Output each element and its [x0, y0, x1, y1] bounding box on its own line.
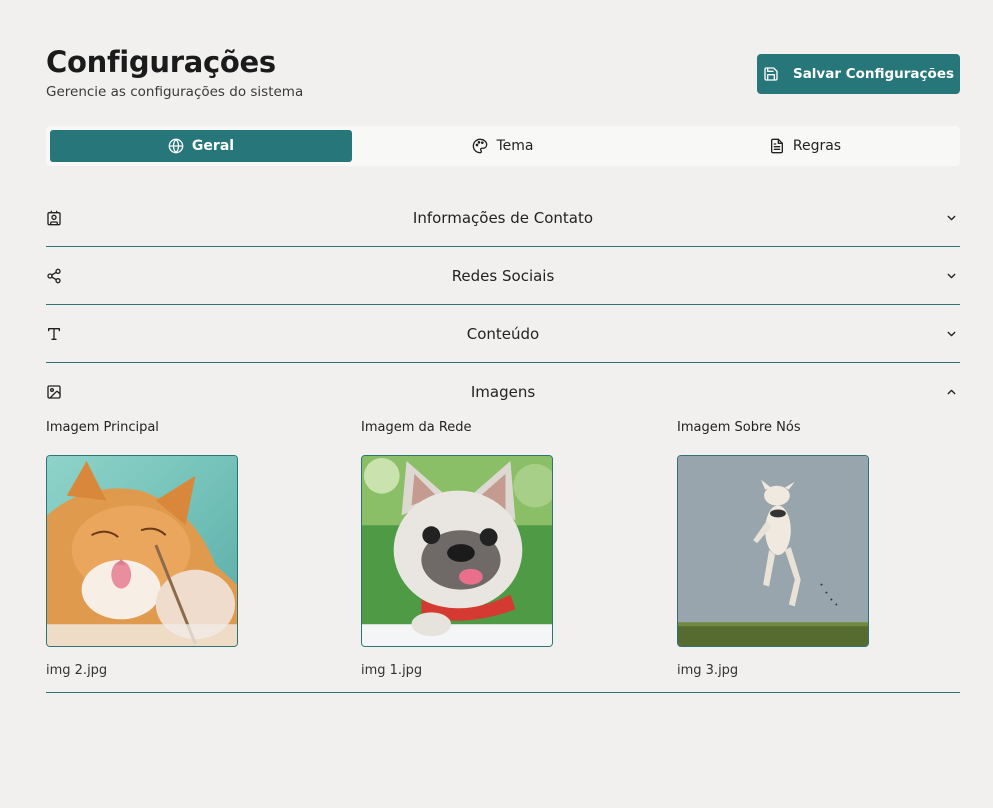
tab-label: Geral: [191, 138, 235, 154]
settings-tabs: Geral Tema Regras: [46, 126, 960, 166]
image-label: Imagem da Rede: [361, 420, 472, 435]
tab-label: Tema: [496, 138, 534, 154]
section-title: Imagens: [470, 382, 536, 401]
document-icon: [770, 138, 783, 154]
tab-tema[interactable]: Tema: [352, 130, 654, 162]
chevron-down-icon: [947, 215, 956, 220]
palette-icon: [473, 138, 488, 154]
share-icon: [47, 268, 61, 283]
chevron-up-icon: [947, 389, 956, 394]
save-icon: [764, 67, 778, 81]
save-settings-button[interactable]: Salvar Configurações: [757, 54, 960, 94]
section-content: Conteúdo: [46, 305, 960, 363]
section-social: Redes Sociais: [46, 247, 960, 305]
image-label: Imagem Principal: [46, 420, 159, 435]
jumping-dog-photo: [678, 456, 868, 646]
section-header[interactable]: Redes Sociais: [46, 247, 960, 304]
chevron-down-icon: [947, 273, 956, 278]
section-images: Imagens Imagem Principal img 2.jpg Image…: [46, 363, 960, 693]
image-icon: [47, 384, 61, 399]
images-panel: Imagem Principal img 2.jpg Imagem da Red…: [46, 420, 960, 692]
page-header: Configurações Gerencie as configurações …: [46, 0, 960, 126]
save-button-label: Salvar Configurações: [792, 66, 955, 82]
image-label: Imagem Sobre Nós: [677, 420, 801, 435]
page-title: Configurações: [46, 45, 276, 79]
image-preview-sobre-nos[interactable]: [677, 455, 869, 647]
type-icon: [48, 327, 60, 340]
contact-card-icon: [47, 210, 61, 225]
section-header[interactable]: Informações de Contato: [46, 189, 960, 246]
section-header[interactable]: Imagens: [46, 363, 960, 420]
image-filename: img 3.jpg: [677, 663, 739, 678]
section-contact: Informações de Contato: [46, 189, 960, 247]
cat-photo: [47, 456, 237, 646]
tab-regras[interactable]: Regras: [654, 130, 956, 162]
settings-accordion: Informações de Contato Redes Sociais Con…: [46, 189, 960, 693]
section-title: Conteúdo: [466, 324, 540, 343]
bulldog-photo: [362, 456, 552, 646]
section-header[interactable]: Conteúdo: [46, 305, 960, 362]
section-title: Informações de Contato: [412, 208, 594, 227]
tab-label: Regras: [792, 138, 842, 154]
tab-geral[interactable]: Geral: [50, 130, 352, 162]
globe-icon: [168, 138, 184, 154]
image-preview-principal[interactable]: [46, 455, 238, 647]
image-preview-rede[interactable]: [361, 455, 553, 647]
image-filename: img 2.jpg: [46, 663, 108, 678]
page-subtitle: Gerencie as configurações do sistema: [46, 84, 304, 100]
settings-page: Configurações Gerencie as configurações …: [46, 0, 960, 693]
section-title: Redes Sociais: [451, 266, 555, 285]
image-filename: img 1.jpg: [361, 663, 423, 678]
chevron-down-icon: [947, 331, 956, 336]
